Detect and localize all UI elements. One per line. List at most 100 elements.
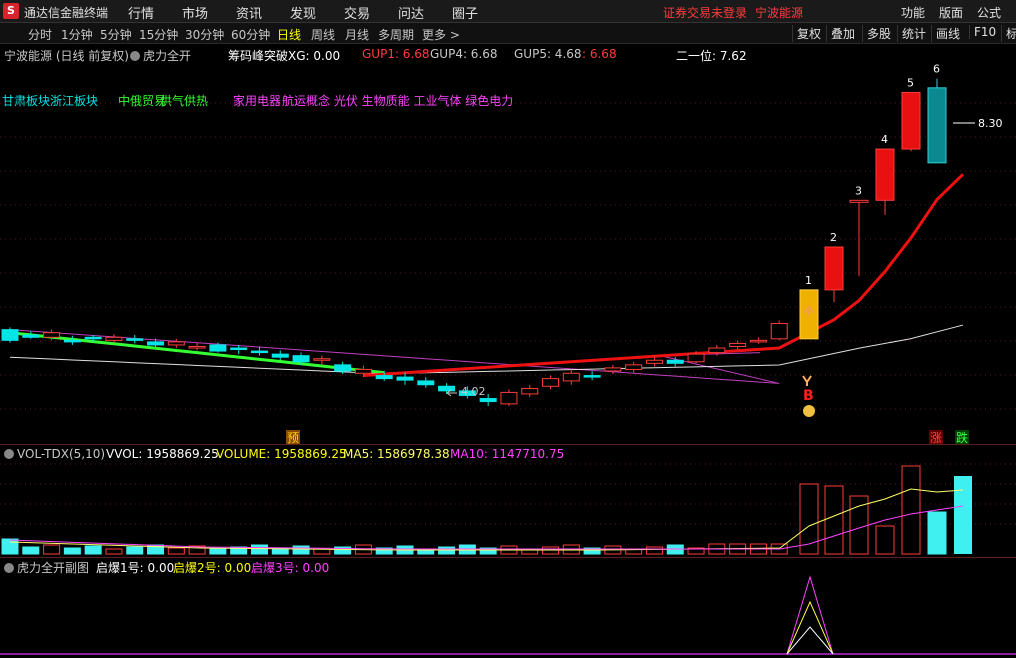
volume-bar xyxy=(901,465,921,555)
candle-body xyxy=(1,329,19,341)
account-status[interactable]: 证券交易未登录 xyxy=(663,4,747,21)
period-fenshi[interactable]: 分时 xyxy=(28,26,52,43)
volume-chart[interactable] xyxy=(0,444,1016,557)
main-kline-chart[interactable]: 1 2 3 4 5 6 8.30 4.02 B 预 涨 跌 xyxy=(0,63,1016,444)
tool-fuquan[interactable]: 复权 xyxy=(792,25,821,42)
period-5min[interactable]: 5分钟 xyxy=(100,26,132,43)
tool-biao[interactable]: 标 xyxy=(1001,25,1016,42)
tool-f10[interactable]: F10 xyxy=(969,25,996,39)
candle-body xyxy=(84,336,102,340)
volume-bar xyxy=(1,538,19,555)
extra-value: : 6.68 xyxy=(582,47,617,61)
menu-wenda[interactable]: 问达 xyxy=(398,3,424,22)
candle-body xyxy=(770,323,788,340)
tool-diejia[interactable]: 叠加 xyxy=(826,25,855,42)
gup1-value: GUP1: 6.68 xyxy=(362,47,430,61)
volume-bar xyxy=(63,547,81,555)
rally-day-label: 6 xyxy=(933,63,940,76)
volume-bar xyxy=(824,485,844,555)
candle-body xyxy=(334,364,352,372)
menu-hangqing[interactable]: 行情 xyxy=(128,3,154,22)
volume-bar xyxy=(105,548,123,555)
candle-body xyxy=(209,344,227,352)
yu-badge: 预 xyxy=(287,431,299,444)
zhang-badge: 涨 xyxy=(930,430,942,444)
rally-candle-body xyxy=(824,246,844,291)
chart-annotations xyxy=(446,122,975,417)
volume-bar xyxy=(126,546,144,555)
tool-tongji[interactable]: 统计 xyxy=(897,25,926,42)
buy-mark: B xyxy=(803,388,814,404)
candle-body xyxy=(666,359,684,364)
volume-bar xyxy=(250,544,268,555)
menu-faxian[interactable]: 发现 xyxy=(290,3,316,22)
candle-body xyxy=(271,353,289,358)
period-daily[interactable]: 日线 xyxy=(277,26,301,43)
volume-ma-lines xyxy=(9,488,964,551)
candle-body xyxy=(396,376,414,381)
period-weekly[interactable]: 周线 xyxy=(311,26,335,43)
rally-candle-body xyxy=(849,199,869,203)
period-toolbar: 分时 1分钟 5分钟 15分钟 30分钟 60分钟 日线 周线 月线 多周期 更… xyxy=(0,23,1016,44)
period-15min[interactable]: 15分钟 xyxy=(139,26,178,43)
volume-bar xyxy=(84,545,102,555)
period-more[interactable]: 更多 > xyxy=(422,26,460,43)
period-30min[interactable]: 30分钟 xyxy=(185,26,224,43)
rally-day-label: 4 xyxy=(881,133,888,146)
period-1min[interactable]: 1分钟 xyxy=(61,26,93,43)
menu-banmian[interactable]: 版面 xyxy=(939,4,963,21)
tool-huaxian[interactable]: 画线 xyxy=(931,25,960,42)
candle-body xyxy=(562,372,580,382)
period-monthly[interactable]: 月线 xyxy=(345,26,369,43)
menu-gongneng[interactable]: 功能 xyxy=(901,4,925,21)
volume-bar xyxy=(167,547,185,555)
volume-bar xyxy=(458,544,476,555)
menu-jiaoyi[interactable]: 交易 xyxy=(344,3,370,22)
candle-body xyxy=(167,341,185,346)
volume-bar xyxy=(22,546,40,555)
rally-candle-body xyxy=(927,87,947,164)
volume-bars xyxy=(1,465,972,555)
candle-body xyxy=(43,332,61,338)
qibao3-line xyxy=(786,575,834,655)
candlesticks: 1 2 3 4 5 6 xyxy=(1,63,947,407)
candle-body xyxy=(105,336,123,341)
period-60min[interactable]: 60分钟 xyxy=(231,26,270,43)
menu-shichang[interactable]: 市场 xyxy=(182,3,208,22)
period-multi[interactable]: 多周期 xyxy=(378,26,414,43)
volume-bar xyxy=(645,546,663,555)
candle-body xyxy=(625,364,643,370)
vol-ma10-line xyxy=(9,505,964,550)
volume-bar xyxy=(438,546,456,555)
candle-body xyxy=(63,339,81,343)
candle-body xyxy=(292,355,310,363)
menu-quanzi[interactable]: 圈子 xyxy=(452,3,478,22)
volume-bar xyxy=(292,545,310,555)
app-title: 通达信金融终端 xyxy=(24,6,109,20)
sub-indicator-chart[interactable] xyxy=(0,557,1016,658)
tool-duogu[interactable]: 多股 xyxy=(862,25,891,42)
candle-body xyxy=(126,338,144,341)
candle-body xyxy=(375,375,393,380)
candle-body xyxy=(230,347,248,351)
menu-bar: S 通达信金融终端 行情 市场 资讯 发现 交易 问达 圈子 证券交易未登录 宁… xyxy=(0,0,1016,23)
die-badge: 跌 xyxy=(956,430,968,444)
volume-bar xyxy=(43,544,61,555)
high-price-label: 8.30 xyxy=(978,117,1003,130)
menu-gongshi[interactable]: 公式 xyxy=(977,4,1001,21)
indicator-selector[interactable]: 虎力全开 xyxy=(130,47,191,64)
volume-bar xyxy=(927,511,947,555)
rally-candle-body xyxy=(875,148,895,201)
hand-pointer-icon xyxy=(802,375,812,386)
candle-body xyxy=(583,375,601,378)
menu-zixun[interactable]: 资讯 xyxy=(236,3,262,22)
app-logo-icon: S xyxy=(3,3,19,19)
candle-body xyxy=(354,368,372,374)
moving-average-lines xyxy=(9,173,965,384)
low-price-label: 4.02 xyxy=(461,385,486,398)
volume-bar xyxy=(562,544,580,555)
candle-body xyxy=(604,367,622,372)
candle-body xyxy=(147,341,165,346)
candle-body xyxy=(313,358,331,361)
volume-bar xyxy=(954,476,972,554)
